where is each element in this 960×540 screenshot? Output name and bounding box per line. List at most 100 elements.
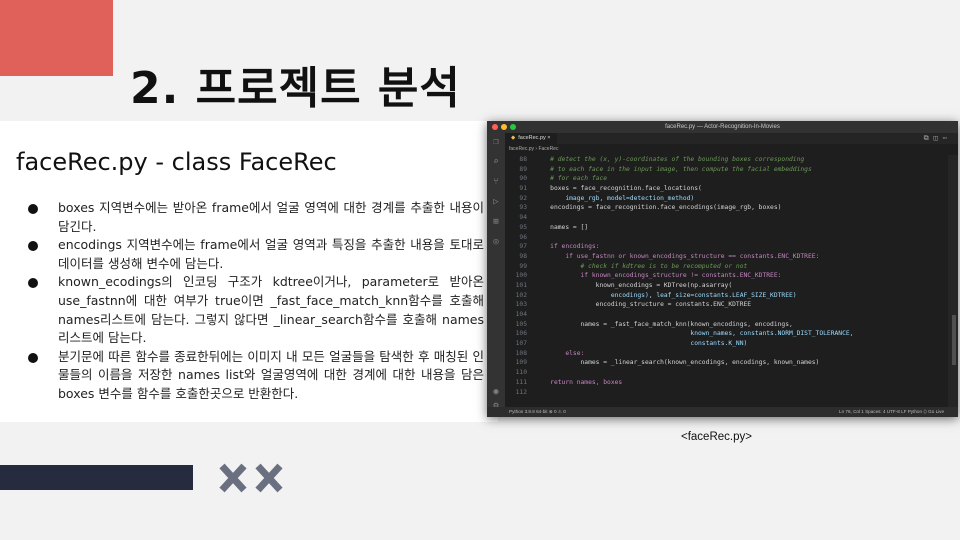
line-number: 100 [515,272,527,280]
line-number: 107 [515,340,527,348]
code-line[interactable]: 109 names = _linear_search(known_encodin… [505,358,950,368]
breadcrumb[interactable]: faceRec.py › FaceRec [509,145,558,154]
line-number: 92 [519,194,527,202]
code-text: # for each face [535,175,608,183]
editor-actions[interactable]: ⧉◫⋯ [924,134,952,143]
code-line[interactable]: 105 names = _fast_face_match_knn(known_e… [505,320,950,330]
code-text: if known_encodings_structure != constant… [535,272,782,280]
bullet-dot-icon [28,278,38,289]
bullet-dot-icon [28,352,38,363]
run-debug-icon[interactable]: ▷ [487,197,505,207]
code-line[interactable]: 94 [505,213,950,223]
code-line[interactable]: 92 image_rgb, model=detection_method) [505,194,950,204]
code-text: # to each face in the input image, then … [535,165,812,173]
line-number: 95 [519,223,527,231]
line-number: 112 [515,388,527,396]
close-tab-icon[interactable]: × [547,135,550,141]
code-text: names = _fast_face_match_knn(known_encod… [535,320,793,328]
minimize-window-icon[interactable] [501,124,507,130]
minimap[interactable] [948,155,958,407]
code-line[interactable]: 90 # for each face [505,174,950,184]
line-number: 103 [515,301,527,309]
code-line[interactable]: 97 if encodings: [505,242,950,252]
code-line[interactable]: 89 # to each face in the input image, th… [505,165,950,175]
line-number: 109 [515,359,527,367]
search-icon[interactable]: ⌕ [487,157,505,167]
source-control-icon[interactable]: ⑂ [487,177,505,187]
line-number: 106 [515,330,527,338]
line-number: 102 [515,291,527,299]
line-number: 111 [515,378,527,386]
line-number: 110 [515,369,527,377]
code-line[interactable]: 112 [505,388,950,398]
bullet-item: boxes 지역변수에는 받아온 frame에서 얼굴 영역에 대한 경계를 추… [27,199,484,236]
python-file-icon: ◆ [511,135,516,141]
x-marks-icon [219,463,283,493]
code-text: if encodings: [535,243,600,251]
line-number: 90 [519,175,527,183]
line-number: 96 [519,233,527,241]
line-number: 101 [515,281,527,289]
status-right[interactable]: Ln 76, Col 1 Spaces: 4 UTF-8 LF Python ⟨… [839,407,944,417]
code-area[interactable]: 88 # detect the (x, y)-coordinates of th… [505,155,950,397]
bullet-item: known_ecodings의 인코딩 구조가 kdtree이거나, param… [27,273,484,347]
code-line[interactable]: 101 known_encodings = KDTree(np.asarray( [505,281,950,291]
red-accent-block [0,0,113,76]
explorer-icon[interactable]: ❐ [487,137,505,147]
activity-bar: ❐ ⌕ ⑂ ▷ ⊞ ◎ ◉ ⚙ [487,133,505,411]
line-number: 99 [519,262,527,270]
code-line[interactable]: 106 known_names, constants.NORM_DIST_TOL… [505,329,950,339]
bullet-item: encodings 지역변수에는 frame에서 얼굴 영역과 특징을 추출한 … [27,236,484,273]
code-line[interactable]: 111 return names, boxes [505,378,950,388]
scrollbar-thumb[interactable] [952,315,956,365]
code-text: else: [535,349,585,357]
code-line[interactable]: 107 constants.K_NN) [505,339,950,349]
line-number: 93 [519,204,527,212]
code-text: known_encodings = KDTree(np.asarray( [535,281,733,289]
line-number: 94 [519,214,527,222]
navy-accent-bar [0,465,193,490]
code-text: image_rgb, model=detection_method) [535,194,695,202]
editor-title-bar: faceRec.py — Actor-Recognition-In-Movies [487,121,958,133]
code-line[interactable]: 98 if use_fastnn or known_encodings_stru… [505,252,950,262]
line-number: 91 [519,185,527,193]
code-line[interactable]: 93 encodings = face_recognition.face_enc… [505,203,950,213]
line-number: 108 [515,349,527,357]
code-line[interactable]: 95 names = [] [505,223,950,233]
code-line[interactable]: 108 else: [505,349,950,359]
line-number: 88 [519,156,527,163]
code-text: boxes = face_recognition.face_locations( [535,185,702,193]
code-text: # check if kdtree is to be recomputed or… [535,262,748,270]
tab-facerec[interactable]: ◆ faceRec.py × [505,133,557,144]
bullet-item: 분기문에 따른 함수를 종료한뒤에는 이미지 내 모든 얼굴들을 탐색한 후 매… [27,348,484,404]
figure-caption: <faceRec.py> [681,431,752,443]
window-title: faceRec.py — Actor-Recognition-In-Movies [665,124,780,130]
slide-subtitle: faceRec.py - class FaceRec [16,148,337,176]
line-number: 97 [519,243,527,251]
line-number: 105 [515,320,527,328]
code-line[interactable]: 110 [505,368,950,378]
line-number: 98 [519,252,527,260]
code-line[interactable]: 102 encodings), leaf_size=constants.LEAF… [505,291,950,301]
code-line[interactable]: 88 # detect the (x, y)-coordinates of th… [505,155,950,165]
code-line[interactable]: 96 [505,233,950,243]
maximize-window-icon[interactable] [510,124,516,130]
code-line[interactable]: 99 # check if kdtree is to be recomputed… [505,262,950,272]
account-icon[interactable]: ◉ [487,387,505,397]
close-window-icon[interactable] [492,124,498,130]
code-text: if use_fastnn or known_encodings_structu… [535,252,820,260]
code-text: # detect the (x, y)-coordinates of the b… [535,156,805,163]
bullet-dot-icon [28,204,38,214]
bullet-dot-icon [28,241,38,252]
slide-title: 2. 프로젝트 분석 [130,63,461,114]
status-left[interactable]: Python 3.8.8 64-bit ⊗ 0 ⚠ 0 [509,407,566,417]
extensions-icon[interactable]: ⊞ [487,217,505,227]
code-line[interactable]: 104 [505,310,950,320]
code-line[interactable]: 103 encoding_structure = constants.ENC_K… [505,300,950,310]
code-text: names = _linear_search(known_encodings, … [535,359,820,367]
code-text: known_names, constants.NORM_DIST_TOLERAN… [535,330,854,338]
remote-icon[interactable]: ◎ [487,237,505,247]
line-number: 104 [515,311,527,318]
code-line[interactable]: 100 if known_encodings_structure != cons… [505,271,950,281]
code-line[interactable]: 91 boxes = face_recognition.face_locatio… [505,184,950,194]
